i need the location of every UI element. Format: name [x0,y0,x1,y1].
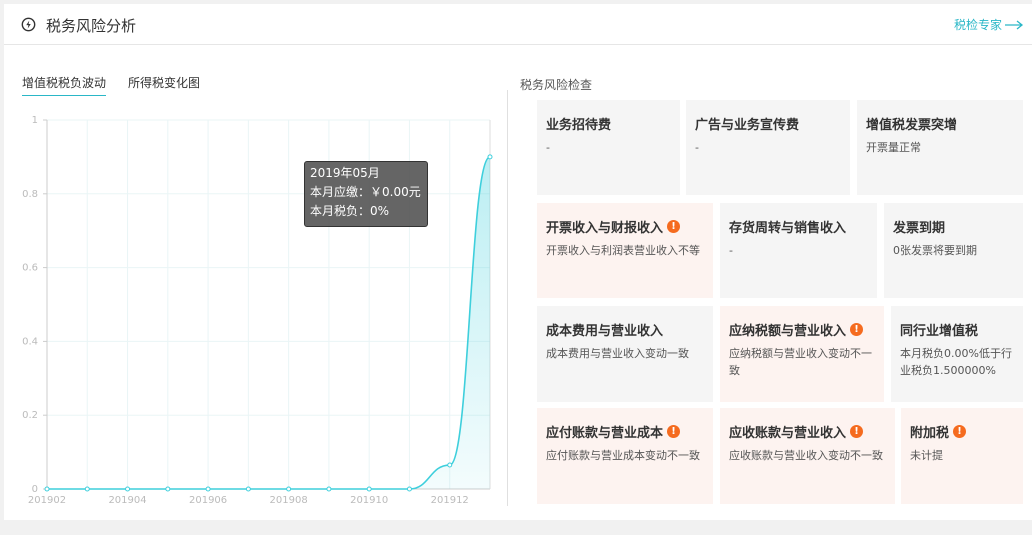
risk-card-desc: 开票收入与利润表营业收入不等 [546,244,700,257]
risk-card-desc: - [546,141,550,154]
tax-expert-link-label: 税检专家 [953,18,1002,32]
risk-card-desc: - [695,141,699,154]
warning-icon: ! [850,425,864,438]
risk-card-title-text: 存货周转与销售收入 [729,221,847,236]
warning-icon: ! [953,425,967,438]
tax-risk-panel: 税务风险分析 税检专家 增值税税负波动 所得税变化图 0 0.2 0.4 0.6 0.8… [4,4,1032,520]
risk-card-invoice-expiry[interactable]: 发票到期 0张发票将要到期 [884,203,1023,298]
arrow-right-icon [1005,19,1024,30]
risk-card-title: 成本费用与营业收入 [546,320,704,339]
risk-card-title: 发票到期 [893,217,1014,236]
risk-card-title: 广告与业务宣传费 [695,114,841,133]
risk-card-entertainment-expense[interactable]: 业务招待费 - [537,100,680,195]
risk-card-desc: 未计提 [910,449,943,462]
x-tick-label: 201908 [270,495,308,506]
risk-card-payables-vs-cost[interactable]: 应付账款与营业成本! 应付账款与营业成本变动不一致 [537,408,713,504]
data-point[interactable] [84,486,90,492]
risk-card-desc: 应收账款与营业收入变动不一致 [729,449,883,462]
risk-card-desc: 应付账款与营业成本变动不一致 [546,449,700,462]
data-point[interactable] [286,486,292,492]
risk-card-inventory-turnover-sales[interactable]: 存货周转与销售收入 - [720,203,877,298]
x-tick-label: 201906 [189,495,227,506]
y-tick-label: 0.2 [22,410,38,421]
chart-tooltip: 2019年05月 本月应缴：￥0.00元 本月税负：0% [304,161,428,227]
risk-card-title: 应收账款与营业收入! [729,422,886,441]
risk-check-title: 税务风险检查 [520,78,593,92]
warning-icon: ! [667,425,681,438]
vertical-divider [507,90,508,506]
risk-card-title: 应纳税额与营业收入! [729,320,875,339]
risk-card-title-text: 同行业增值税 [900,324,979,339]
page-title: 税务风险分析 [46,17,137,35]
risk-card-title: 附加税! [910,422,1014,441]
risk-card-title: 应付账款与营业成本! [546,422,704,441]
tab-vat-fluctuation[interactable]: 增值税税负波动 [22,74,107,96]
risk-card-title: 业务招待费 [546,114,671,133]
y-tick-label: 1 [32,115,38,126]
risk-card-tax-payable-vs-revenue[interactable]: 应纳税额与营业收入! 应纳税额与营业收入变动不一致 [720,306,884,402]
risk-card-title-text: 应纳税额与营业收入 [729,324,847,339]
risk-card-title-text: 成本费用与营业收入 [546,324,664,339]
chart-tabs: 增值税税负波动 所得税变化图 [22,74,200,96]
data-point[interactable] [447,462,453,468]
data-point[interactable] [125,486,131,492]
risk-card-desc: 0张发票将要到期 [893,244,977,257]
risk-card-title-text: 广告与业务宣传费 [695,118,800,133]
vat-burden-chart: 0 0.2 0.4 0.6 0.8 1 201902 201904 201906 201908 20… [22,115,493,506]
data-point[interactable] [245,486,251,492]
data-point[interactable] [44,486,50,492]
risk-card-desc: 开票量正常 [866,141,921,154]
x-tick-label: 201912 [431,495,469,506]
risk-card-title-text: 增值税发票突增 [866,118,958,133]
risk-card-title-text: 附加税 [910,426,950,441]
y-tick-label: 0 [32,484,38,495]
risk-card-title: 开票收入与财报收入! [546,217,704,236]
data-point[interactable] [326,486,332,492]
risk-card-title-text: 发票到期 [893,221,946,236]
panel-header: 税务风险分析 税检专家 [4,4,1032,45]
tooltip-payable: 本月应缴：￥0.00元 [310,185,421,199]
risk-card-ad-promotion-expense[interactable]: 广告与业务宣传费 - [686,100,850,195]
warning-icon: ! [850,323,864,336]
risk-card-invoice-vs-report-income[interactable]: 开票收入与财报收入! 开票收入与利润表营业收入不等 [537,203,713,298]
y-tick-label: 0.8 [22,189,38,200]
risk-card-desc: 应纳税额与营业收入变动不一致 [729,347,872,377]
data-point[interactable] [366,486,372,492]
risk-card-surcharge-tax[interactable]: 附加税! 未计提 [901,408,1023,504]
data-point[interactable] [205,486,211,492]
tooltip-burden: 本月税负：0% [310,204,390,218]
data-point[interactable] [165,486,171,492]
lightning-icon [21,17,36,32]
x-tick-label: 201910 [350,495,388,506]
tax-expert-link[interactable]: 税检专家 [954,16,1024,33]
risk-card-title-text: 业务招待费 [546,118,612,133]
tooltip-month: 2019年05月 [310,166,380,180]
warning-icon: ! [667,220,681,233]
risk-card-title: 同行业增值税 [900,320,1014,339]
y-tick-label: 0.4 [22,336,38,347]
risk-card-desc: 成本费用与营业收入变动一致 [546,347,689,360]
x-tick-label: 201904 [108,495,146,506]
risk-card-desc: - [729,244,733,257]
risk-card-industry-vat[interactable]: 同行业增值税本月税负0.00%低于行业税负1.500000% [891,306,1023,402]
risk-card-cost-vs-revenue[interactable]: 成本费用与营业收入成本费用与营业收入变动一致 [537,306,713,402]
data-point[interactable] [406,486,412,492]
risk-card-vat-invoice-surge[interactable]: 增值税发票突增 开票量正常 [857,100,1023,195]
risk-card-title-text: 应收账款与营业收入 [729,426,847,441]
risk-card-title: 增值税发票突增 [866,114,1014,133]
x-tick-label: 201902 [28,495,66,506]
risk-card-desc: 本月税负0.00%低于行业税负1.500000% [900,347,1012,377]
tab-income-tax-chart[interactable]: 所得税变化图 [128,74,200,96]
risk-card-title-text: 开票收入与财报收入 [546,221,664,236]
y-tick-label: 0.6 [22,263,38,274]
risk-card-title-text: 应付账款与营业成本 [546,426,664,441]
data-point[interactable] [487,154,493,160]
risk-card-receivables-vs-revenue[interactable]: 应收账款与营业收入! 应收账款与营业收入变动不一致 [720,408,895,504]
risk-card-title: 存货周转与销售收入 [729,217,868,236]
